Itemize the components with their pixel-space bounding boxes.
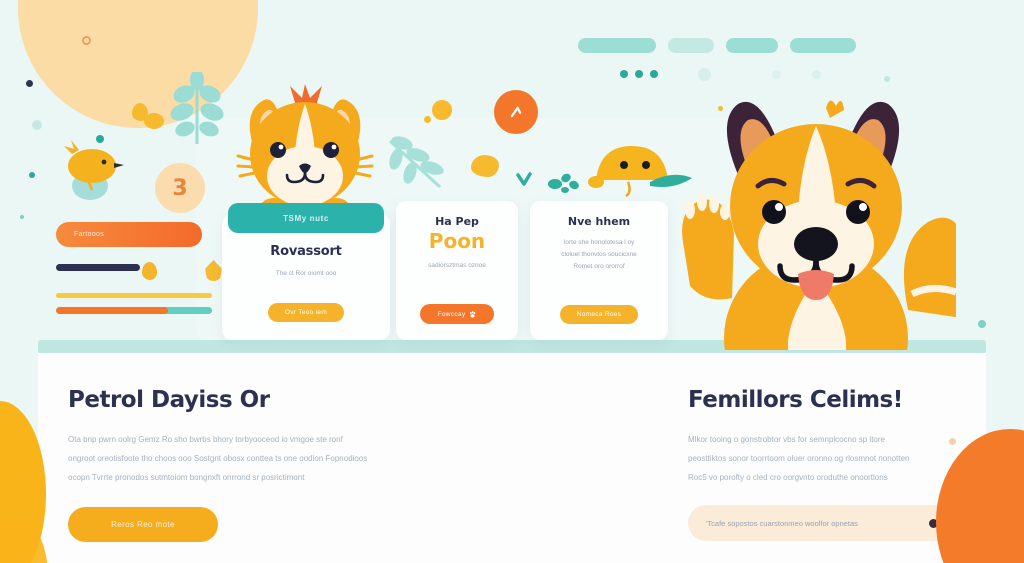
leaf-check-icon bbox=[516, 172, 532, 186]
left-body-line-1: Ota bnp pwrn oolrg Gemz Ro sho bwrbs bho… bbox=[68, 435, 343, 444]
feature-card-3[interactable]: Nve hhem Iorte she honolotesa l oy clolu… bbox=[530, 201, 668, 340]
nav-dot-2[interactable] bbox=[635, 70, 643, 78]
fern-leaf-icon-2 bbox=[388, 136, 444, 189]
nav-ghost-dot-a bbox=[698, 68, 711, 81]
card-2-subtitle: Poon bbox=[428, 229, 486, 253]
dog-character bbox=[682, 100, 956, 350]
card-3-body-line-2: cloluel thonvtos soucicxne bbox=[561, 251, 637, 259]
yellow-blob-a bbox=[432, 100, 452, 120]
decor-dot-teal-3 bbox=[978, 320, 986, 328]
nav-dot-1[interactable] bbox=[620, 70, 628, 78]
left-cta-label: Fartooos bbox=[74, 231, 105, 238]
left-cta-button[interactable]: Fartooos bbox=[56, 222, 202, 247]
nav-ghost-dot-c bbox=[812, 70, 821, 79]
left-widget-panel: Fartooos bbox=[56, 222, 222, 314]
decor-dot-on-orange bbox=[949, 438, 956, 445]
card-3-body: Iorte she honolotesa l oy cloluel thonvt… bbox=[530, 237, 668, 273]
card-1-tab-header[interactable]: TSMy nutc bbox=[228, 203, 384, 233]
paw-icon bbox=[470, 310, 476, 318]
testimonial-text: 'Tcafe sopostos cuarstonmeo woolfor opne… bbox=[706, 518, 858, 528]
bone-icon-badge[interactable] bbox=[494, 90, 538, 134]
card-1-button[interactable]: Ovr Teoo iem bbox=[268, 303, 344, 322]
bird-character bbox=[64, 140, 124, 200]
left-progress-bar-split bbox=[56, 307, 212, 314]
card-2-button-label: Fowccay bbox=[437, 310, 466, 318]
nav-pagination-dots[interactable] bbox=[620, 70, 658, 78]
nav-pill-3[interactable] bbox=[726, 38, 778, 53]
left-body-line-3: ocopn Tvrrte pronodos sutmtoiom bongnxft… bbox=[68, 472, 305, 482]
nav-dot-3[interactable] bbox=[650, 70, 658, 78]
card-1-button-label: Ovr Teoo iem bbox=[284, 309, 328, 316]
nav-ghost-dot-b bbox=[772, 70, 781, 79]
decor-dot-navy bbox=[26, 80, 33, 87]
yellow-blob-d bbox=[144, 113, 164, 129]
flower-icon bbox=[82, 36, 91, 45]
nav-pill-4[interactable] bbox=[790, 38, 856, 53]
nav-pill-1[interactable] bbox=[578, 38, 656, 53]
left-progress-bar-yellow bbox=[56, 293, 212, 298]
bone-icon bbox=[510, 106, 522, 118]
card-3-button-label: Nomeca Roes bbox=[576, 311, 622, 318]
card-3-body-line-1: Iorte she honolotesa l oy bbox=[563, 239, 635, 246]
right-body-line-2: peosttiktos sonor toorrtoom oluer oronno… bbox=[688, 453, 910, 463]
cat-character bbox=[236, 84, 374, 214]
right-section-title: Femillors Celims! bbox=[688, 387, 903, 413]
right-body-line-3: Roc5 vo porofty o cled cro oorgvnto orod… bbox=[688, 472, 888, 482]
top-navigation[interactable] bbox=[578, 38, 856, 53]
card-1-title: Rovassort bbox=[270, 244, 342, 259]
yellow-blob-b bbox=[471, 155, 499, 177]
decor-dot-teal bbox=[29, 172, 35, 178]
left-section-body: Ota bnp pwrn oolrg Gemz Ro sho bwrbs bho… bbox=[68, 431, 488, 487]
content-panel: Petrol Dayiss Or Ota bnp pwrn oolrg Gemz… bbox=[38, 353, 986, 563]
card-2-title: Ha Pep bbox=[435, 215, 479, 228]
card-2-button[interactable]: Fowccay bbox=[420, 304, 494, 324]
card-3-body-line-3: Romet oro ororrof bbox=[573, 263, 625, 271]
right-content-section: Femillors Celims! Mlkor tooing o gonstro… bbox=[688, 387, 978, 542]
left-section-title: Petrol Dayiss Or bbox=[68, 387, 270, 413]
card-2-body: sadiorsztmas oznoe bbox=[428, 262, 486, 269]
card-1-body: The ct Ror oiomt ooo bbox=[275, 270, 337, 277]
sprig-icon bbox=[548, 173, 579, 193]
decor-dot-pale bbox=[884, 76, 890, 82]
left-content-section: Petrol Dayiss Or Ota bnp pwrn oolrg Gemz… bbox=[68, 387, 488, 543]
decor-dot-yellow bbox=[424, 116, 431, 123]
card-3-title: Nve hhem bbox=[567, 215, 631, 228]
decor-dot-small bbox=[20, 215, 24, 219]
read-more-button[interactable]: Reros Reo mote bbox=[68, 507, 218, 543]
decor-dot-teal-pale bbox=[32, 120, 42, 130]
right-section-body: Mlkor tooing o gonstrobtor vbs for semnp… bbox=[688, 431, 978, 487]
card-3-button[interactable]: Nomeca Roes bbox=[560, 305, 638, 324]
nav-pill-2[interactable] bbox=[668, 38, 714, 53]
left-body-line-2: ongroot oreotisfoote tho choos ooo Sostg… bbox=[68, 453, 368, 463]
number-badge: 3 bbox=[155, 163, 205, 213]
fern-leaf-icon bbox=[170, 72, 224, 144]
testimonial-bar[interactable]: 'Tcafe sopostos cuarstonmeo woolfor opne… bbox=[688, 505, 956, 542]
left-progress-bar-dark bbox=[56, 264, 140, 271]
feature-card-2[interactable]: Ha Pep Poon sadiorsztmas oznoe Fowccay bbox=[396, 201, 518, 340]
page-root: 3 Fartooos Rovassort The ct Ror oiomt oo… bbox=[0, 0, 1024, 563]
card-1-tab-label: TSMy nutc bbox=[283, 213, 329, 223]
right-body-line-1: Mlkor tooing o gonstrobtor vbs for semnp… bbox=[688, 435, 885, 444]
